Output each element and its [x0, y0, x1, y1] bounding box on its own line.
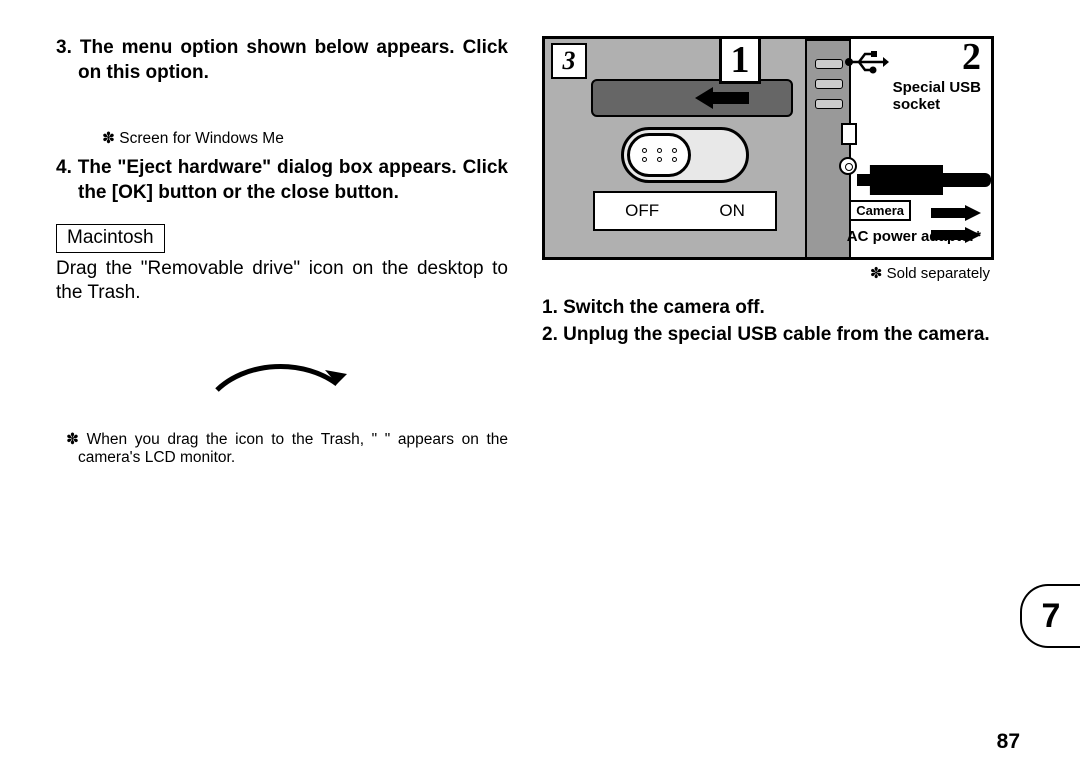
macintosh-section: Macintosh Drag the "Removable drive" ico…: [56, 206, 508, 305]
usb-socket-label: Special USB socket: [893, 79, 981, 114]
camera-figure: 3 1 2 OFF ON: [542, 36, 994, 260]
usb-symbol-icon: [843, 49, 889, 80]
step-3: 3. The menu option shown below appears. …: [56, 36, 508, 85]
switch-knob-icon: [627, 133, 691, 177]
power-off-arrow-icon: [695, 87, 749, 109]
camera-tag: Camera: [849, 200, 911, 221]
usb-cable-icon: [939, 173, 991, 187]
ac-adapter-label: AC power adapter*: [847, 228, 981, 245]
right-step-2: 2. Unplug the special USB cable from the…: [542, 323, 994, 348]
right-column: 3 1 2 OFF ON: [542, 36, 994, 467]
usb-plug-icon: [857, 165, 943, 195]
manual-page: 3. The menu option shown below appears. …: [0, 0, 1080, 776]
left-column: 3. The menu option shown below appears. …: [56, 36, 508, 467]
chapter-tab: 7: [1020, 584, 1080, 648]
windows-note: ✽ Screen for Windows Me: [56, 129, 508, 148]
right-step-1: 1. Switch the camera off.: [542, 296, 994, 321]
off-text: OFF: [625, 201, 659, 221]
camera-body-icon: [591, 79, 793, 117]
on-text: ON: [719, 201, 745, 221]
callout-1: 1: [719, 36, 761, 84]
page-number: 87: [997, 730, 1020, 754]
macintosh-label: Macintosh: [56, 224, 165, 253]
off-on-label: OFF ON: [593, 191, 777, 231]
macintosh-note: ✽ When you drag the icon to the Trash, "…: [56, 430, 508, 467]
step-4: 4. The "Eject hardware" dialog box appea…: [56, 156, 508, 205]
callout-3: 3: [551, 43, 587, 79]
dc-port-icon: [839, 157, 857, 175]
sold-separately-note: ✽ Sold separately: [542, 264, 994, 282]
right-steps: 1. Switch the camera off. 2. Unplug the …: [542, 296, 994, 347]
macintosh-body: Drag the "Removable drive" icon on the d…: [56, 257, 508, 305]
columns: 3. The menu option shown below appears. …: [56, 36, 1030, 467]
usb-port-icon: [841, 123, 857, 145]
drag-arc-icon: [56, 330, 508, 400]
callout-2: 2: [958, 36, 985, 79]
